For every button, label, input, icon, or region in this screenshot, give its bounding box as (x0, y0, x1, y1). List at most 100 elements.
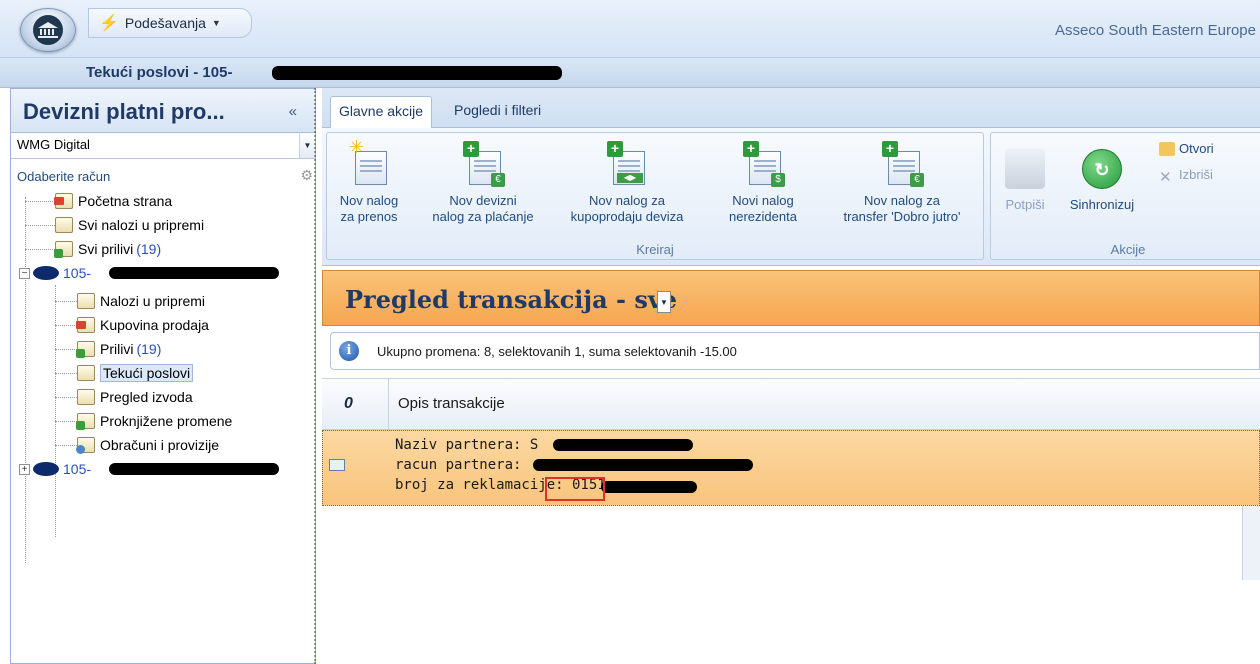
tree-item-proknjizene-promene[interactable]: Proknjižene promene (76, 409, 233, 433)
settings-menu-button[interactable]: ⚡ Podešavanja ▼ (88, 8, 252, 38)
home-page-icon (54, 193, 73, 209)
inflow-count: (19) (136, 341, 162, 357)
new-transfer-order-button[interactable]: ✳ Nov nalog za prenos (331, 135, 407, 225)
redaction-mark (553, 439, 693, 451)
tree-item-obracuni[interactable]: Obračuni i provizije (76, 433, 220, 457)
delete-button[interactable]: ✕ Izbriši (1159, 167, 1213, 186)
transfer-order-icon: + € (880, 141, 924, 189)
current-business-icon (77, 365, 95, 381)
application-menu-button[interactable] (20, 8, 76, 52)
tab-glavne-akcije[interactable]: Glavne akcije (330, 96, 433, 128)
expand-icon[interactable]: + (19, 463, 30, 475)
tree-item-label: Prilivi (100, 341, 134, 357)
lightning-icon: ⚡ (99, 15, 119, 32)
chevron-down-icon[interactable]: ▼ (299, 133, 315, 158)
exchange-order-icon: + ◀▶ (605, 141, 649, 189)
dropdown-arrow-icon: ▼ (211, 18, 221, 28)
group-label-akcije: Akcije (1110, 242, 1146, 257)
ribbon: ✳ Nov nalog za prenos + € Nov devizni nal… (322, 128, 1260, 266)
sign-button[interactable]: Potpiši (995, 135, 1055, 213)
sync-button[interactable]: ↻ Sinhronizuj (1059, 135, 1145, 213)
inflow-count: (19) (136, 241, 162, 257)
button-label-line1: Nov nalog (339, 193, 399, 208)
tree-item-account-1[interactable]: − 105- (19, 261, 91, 285)
button-label-line1: Novi nalog (732, 193, 794, 208)
tree-item-tekuci-poslovi[interactable]: Tekući poslovi (77, 361, 194, 385)
table-row[interactable]: Naziv partnera: S racun partnera: broj z… (322, 430, 1260, 506)
window-title: Tekući poslovi - 105- (86, 64, 233, 81)
account-icon (33, 462, 59, 476)
new-foreign-order-icon: + € (461, 141, 505, 189)
tree-item-label: Obračuni i provizije (100, 437, 220, 453)
tree-item-kupovina-prodaja[interactable]: Kupovina prodaja (76, 313, 209, 337)
settings-label: Podešavanja (124, 15, 206, 31)
app-window: ⚡ Podešavanja ▼ Asseco South Eastern Eur… (0, 0, 1260, 664)
inflows-icon (76, 341, 95, 358)
panel-header: Devizni platni pro... « (11, 89, 315, 133)
tree-item-prilivi[interactable]: Prilivi (19) (76, 337, 162, 361)
sign-icon (1005, 149, 1045, 189)
exchange-icon (76, 317, 95, 333)
new-exchange-order-button[interactable]: + ◀▶ Nov nalog za kupoprodaju deviza (555, 135, 699, 225)
redaction-mark (601, 481, 697, 493)
delete-icon: ✕ (1159, 168, 1172, 186)
account-icon (33, 266, 59, 280)
button-label: Sinhronizuj (1069, 197, 1135, 212)
tree-item-pregled-izvoda[interactable]: Pregled izvoda (77, 385, 193, 409)
tree-item-account-2[interactable]: + 105- (19, 457, 91, 481)
sync-icon: ↻ (1082, 149, 1122, 189)
tree-item-label: Proknjižene promene (100, 413, 233, 429)
splitter[interactable] (314, 88, 318, 664)
redaction-mark (533, 459, 753, 471)
redaction-mark (109, 267, 279, 279)
tree-item-nalozi-u-pripremi[interactable]: Nalozi u pripremi (77, 289, 205, 313)
tree-item-pocetna-strana[interactable]: Početna strana (54, 189, 173, 213)
tree-item-label: Svi nalozi u pripremi (78, 217, 205, 233)
view-title: Pregled transakcija - sve (345, 285, 678, 314)
button-label-line1: Nov devizni (449, 193, 517, 208)
new-nonresident-order-button[interactable]: + $ Novi nalog nerezidenta (713, 135, 813, 225)
bank-icon (33, 15, 63, 45)
nonresident-order-icon: + $ (741, 141, 785, 189)
button-label-line2: nalog za plaćanje (432, 209, 534, 224)
navigation-panel: Devizni platni pro... « WMG Digital ▼ Od… (10, 88, 316, 664)
button-label-line2: kupoprodaju deviza (570, 209, 684, 224)
tree-item-svi-prilivi[interactable]: Svi prilivi (19) (54, 237, 162, 261)
redaction-mark (272, 66, 562, 80)
collapse-panel-button[interactable]: « (289, 103, 297, 120)
redaction-mark (109, 463, 279, 475)
view-dropdown-button[interactable]: ▼ (657, 291, 671, 313)
company-select[interactable]: WMG Digital ▼ (11, 133, 315, 159)
statement-icon (77, 389, 95, 405)
top-bar: ⚡ Podešavanja ▼ Asseco South Eastern Eur… (0, 0, 1260, 58)
view-header: Pregled transakcija - sve ▼ (322, 270, 1260, 326)
tree-item-label: Pregled izvoda (100, 389, 193, 405)
grid-scrollbar[interactable] (1242, 506, 1260, 580)
button-label: Otvori (1179, 141, 1214, 156)
button-label-line2: nerezidenta (729, 209, 797, 224)
new-order-icon: ✳ (347, 138, 391, 189)
button-label-line2: transfer 'Dobro jutro' (843, 209, 961, 224)
new-foreign-payment-button[interactable]: + € Nov devizni nalog za plaćanje (421, 135, 545, 225)
tab-pogledi-i-filteri[interactable]: Pogledi i filteri (446, 96, 549, 128)
attachment-column-header[interactable]: 0 (344, 395, 353, 413)
button-label-line1: Nov nalog za (864, 193, 940, 208)
new-dobro-jutro-transfer-button[interactable]: + € Nov nalog za transfer 'Dobro jutro' (823, 135, 981, 225)
info-icon: i (339, 341, 359, 361)
account-number: 105- (63, 265, 92, 281)
draft-orders-icon (55, 217, 73, 233)
select-account-label: Odaberite račun (17, 169, 111, 184)
button-label-line1: Nov nalog za (589, 193, 665, 208)
tree-item-label: Početna strana (78, 193, 173, 209)
group-label-kreiraj: Kreiraj (636, 242, 674, 257)
button-label: Potpiši (1005, 197, 1045, 212)
document-icon (329, 459, 345, 471)
gear-icon[interactable]: ⚙ (300, 167, 313, 184)
description-column-header[interactable]: Opis transakcije (398, 395, 505, 412)
collapse-icon[interactable]: − (19, 267, 30, 279)
button-label-line2: za prenos (340, 209, 398, 224)
button-label: Izbriši (1179, 167, 1213, 182)
fees-icon (76, 437, 95, 454)
open-button[interactable]: Otvori (1159, 141, 1214, 156)
tree-item-svi-nalozi[interactable]: Svi nalozi u pripremi (55, 213, 204, 237)
